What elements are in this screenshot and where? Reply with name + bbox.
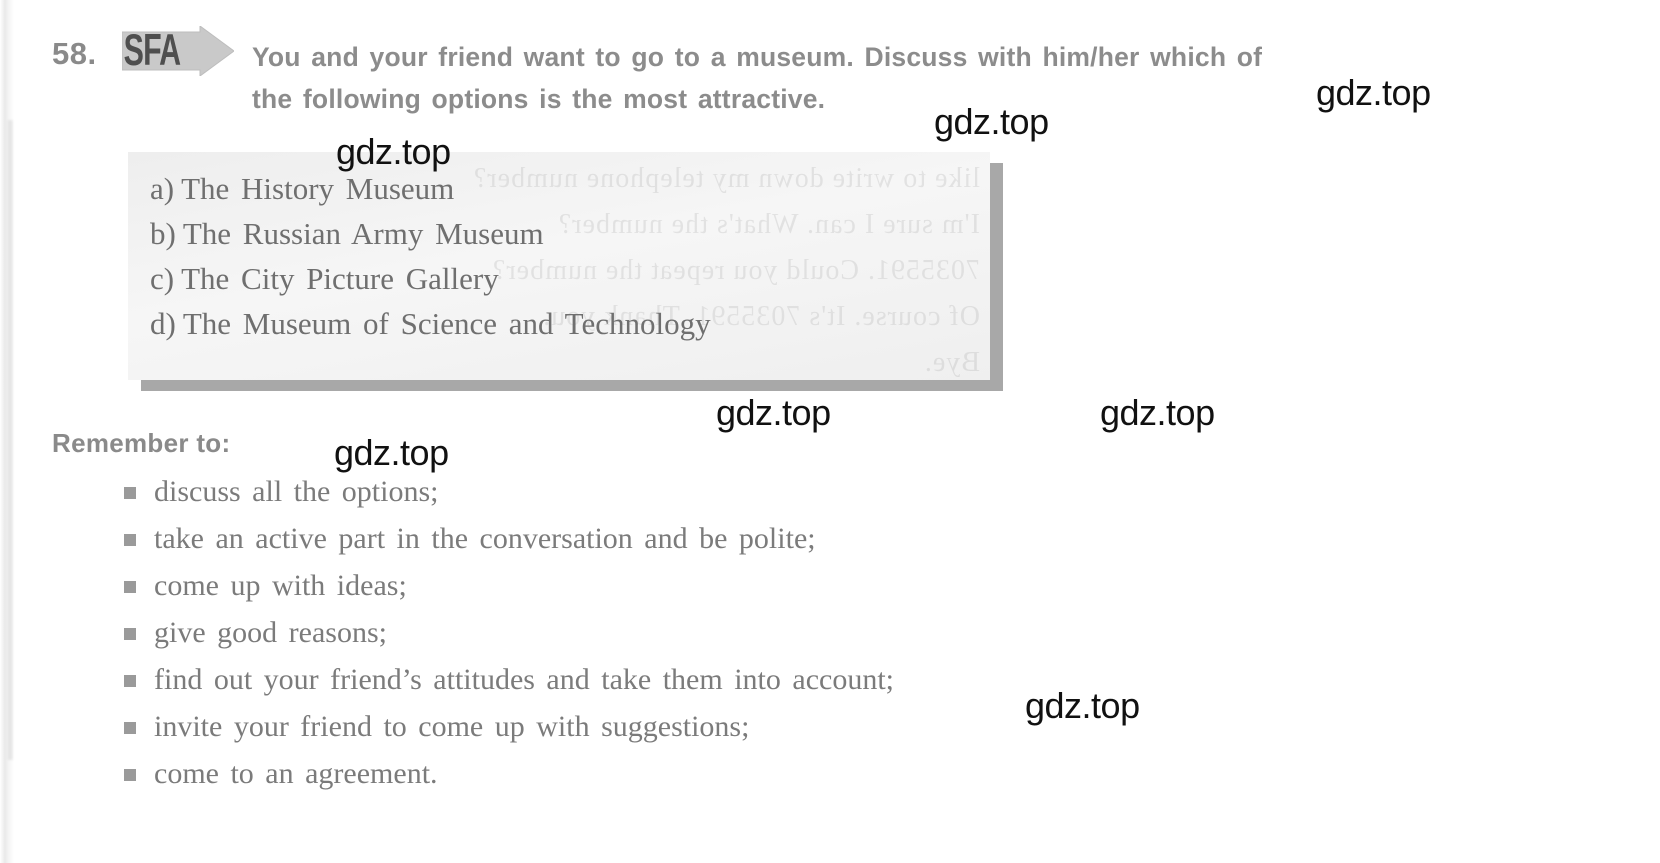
sfa-badge-icon: SFA xyxy=(122,26,234,76)
list-item: come to an agreement. xyxy=(122,750,1422,797)
remember-item-label: give good reasons; xyxy=(154,616,387,649)
square-bullet-icon xyxy=(124,628,136,640)
options-list: a) The History Museum b) The Russian Army … xyxy=(150,166,711,346)
page-scan-edge-inner xyxy=(8,120,13,760)
watermark: gdz.top xyxy=(1316,72,1431,113)
list-item: find out your friend’s attitudes and tak… xyxy=(122,656,1422,703)
watermark: gdz.top xyxy=(336,131,451,172)
list-item: give good reasons; xyxy=(122,609,1422,656)
remember-item-label: find out your friend’s attitudes and tak… xyxy=(154,663,894,696)
square-bullet-icon xyxy=(124,487,136,499)
watermark: gdz.top xyxy=(1100,392,1215,433)
instruction-line-1: You and your friend want to go to a muse… xyxy=(252,42,1263,72)
square-bullet-icon xyxy=(124,769,136,781)
option-letter: c) xyxy=(150,261,175,296)
watermark: gdz.top xyxy=(1025,685,1140,726)
square-bullet-icon xyxy=(124,581,136,593)
options-panel: like to write down my telephone number? … xyxy=(128,152,990,380)
list-item: invite your friend to come up with sugge… xyxy=(122,703,1422,750)
remember-item-label: take an active part in the conversation … xyxy=(154,522,816,555)
square-bullet-icon xyxy=(124,675,136,687)
list-item: come up with ideas; xyxy=(122,562,1422,609)
option-letter: a) xyxy=(150,171,175,206)
list-item: take an active part in the conversation … xyxy=(122,515,1422,562)
option-label: The City Picture Gallery xyxy=(181,261,499,296)
option-label: The History Museum xyxy=(181,171,455,206)
remember-heading: Remember to: xyxy=(52,428,231,458)
watermark: gdz.top xyxy=(334,432,449,473)
option-letter: d) xyxy=(150,306,176,341)
worksheet-page: 58. SFA You and your friend want to go t… xyxy=(0,0,1660,863)
watermark: gdz.top xyxy=(716,392,831,433)
option-label: The Museum of Science and Technology xyxy=(182,306,711,341)
square-bullet-icon xyxy=(124,534,136,546)
remember-list: discuss all the options; take an active … xyxy=(122,468,1422,797)
square-bullet-icon xyxy=(124,722,136,734)
option-letter: b) xyxy=(150,216,176,251)
watermark: gdz.top xyxy=(934,101,1049,142)
list-item[interactable]: c) The City Picture Gallery xyxy=(150,256,711,301)
remember-item-label: discuss all the options; xyxy=(154,475,439,508)
remember-item-label: invite your friend to come up with sugge… xyxy=(154,710,750,743)
remember-item-label: come up with ideas; xyxy=(154,569,407,602)
list-item: discuss all the options; xyxy=(122,468,1422,515)
option-label: The Russian Army Museum xyxy=(182,216,544,251)
list-item[interactable]: d) The Museum of Science and Technology xyxy=(150,301,711,346)
remember-item-label: come to an agreement. xyxy=(154,757,438,790)
task-number: 58. xyxy=(52,36,97,71)
list-item[interactable]: b) The Russian Army Museum xyxy=(150,211,711,256)
svg-text:SFA: SFA xyxy=(124,26,181,75)
